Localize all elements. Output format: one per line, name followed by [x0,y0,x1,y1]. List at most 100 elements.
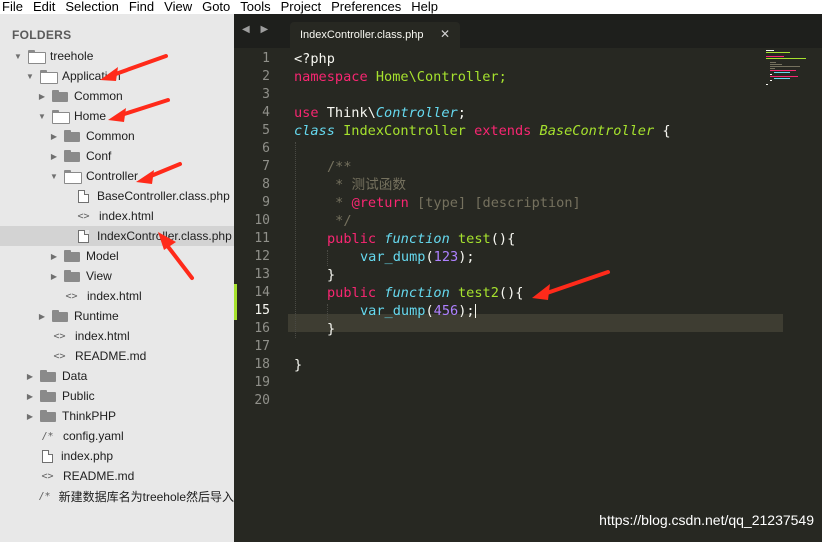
watermark-text: https://blog.csdn.net/qq_21237549 [599,512,814,528]
tree-item-view[interactable]: ▶ View [0,266,234,286]
code-line-13: } [327,267,336,283]
tree-item-label: View [86,269,112,283]
menu-find[interactable]: Find [125,0,160,14]
chevron-right-icon[interactable]: ▶ [48,132,60,141]
code-line-4: use Think\Controller; [294,105,466,121]
tree-item-label: ThinkPHP [62,409,117,423]
tree-item-treehole[interactable]: ▼ treehole [0,46,234,66]
tab-indexcontroller[interactable]: IndexController.class.php ✕ [290,22,460,48]
tab-title: IndexController.class.php [300,29,424,41]
tree-item-label: Model [86,249,119,263]
chevron-right-icon[interactable]: ▶ [36,312,48,321]
menu-selection[interactable]: Selection [61,0,124,14]
menu-tools[interactable]: Tools [236,0,276,14]
tree-item-controller[interactable]: ▼ Controller [0,166,234,186]
line-number: 20 [254,393,270,408]
chevron-right-icon[interactable]: ▶ [24,372,36,381]
menu-project[interactable]: Project [277,0,327,14]
chevron-down-icon[interactable]: ▼ [12,52,24,61]
code-line-11: public function test(){ [327,231,516,247]
comment-file-icon: /* [41,430,54,442]
folder-open-icon [52,110,70,124]
tree-item-label: index.php [61,449,114,463]
code-file-icon: <> [53,330,66,342]
editor: ◀ ▶ IndexController.class.php ✕ 1 2 3 4 … [234,14,822,542]
line-number: 12 [254,249,270,264]
tree-item-app-index-html[interactable]: <> index.html [0,326,234,346]
minimap[interactable] [764,48,822,108]
tree-item-index-php[interactable]: index.php [0,446,234,466]
line-number: 15 [254,303,270,318]
line-number: 11 [254,231,270,246]
tree-item-application[interactable]: ▼ Application [0,66,234,86]
indent-guide [295,142,296,338]
tree-item-public[interactable]: ▶ Public [0,386,234,406]
tree-item-basecontroller[interactable]: BaseController.class.php [0,186,234,206]
code-line-2: namespace Home\Controller; [294,69,507,85]
line-number: 6 [262,141,270,156]
chevron-right-icon[interactable]: ▶ [48,152,60,161]
menu-help[interactable]: Help [407,0,444,14]
code-line-15: var_dump(456); [360,303,476,319]
line-number: 10 [254,213,270,228]
tree-item-label: Home [74,109,107,123]
folder-icon [40,370,56,382]
menu-bar: File Edit Selection Find View Goto Tools… [0,0,822,14]
folder-icon [40,390,56,402]
menu-preferences[interactable]: Preferences [327,0,407,14]
tree-item-conf[interactable]: ▶ Conf [0,146,234,166]
code-file-icon: <> [41,470,54,482]
folder-open-icon [40,70,58,84]
tree-item-label: treehole [50,49,94,63]
menu-goto[interactable]: Goto [198,0,236,14]
folder-open-icon [64,170,82,184]
tree-item-home-common[interactable]: ▶ Common [0,126,234,146]
close-icon[interactable]: ✕ [440,27,450,41]
file-icon [78,229,89,243]
menu-edit[interactable]: Edit [29,0,61,14]
tree-item-indexcontroller[interactable]: IndexController.class.php [0,226,234,246]
tree-item-model[interactable]: ▶ Model [0,246,234,266]
chevron-right-icon[interactable]: ▶ [24,392,36,401]
chevron-right-icon[interactable]: ▶ [48,272,60,281]
tree-item-readme[interactable]: <> README.md [0,466,234,486]
tree-item-thinkphp[interactable]: ▶ ThinkPHP [0,406,234,426]
chevron-right-icon[interactable]: ▶ [24,412,36,421]
folder-icon [52,310,68,322]
tree-item-common[interactable]: ▶ Common [0,86,234,106]
indent-guide [327,250,328,266]
line-number: 1 [262,51,270,66]
tree-item-import-note[interactable]: /* 新建数据库名为treehole然后导入 [0,486,234,506]
code-line-12: var_dump(123); [360,249,475,265]
folder-icon [64,270,80,282]
folder-icon [64,130,80,142]
tree-item-app-readme[interactable]: <> README.md [0,346,234,366]
chevron-right-icon[interactable]: ▶ [48,252,60,261]
line-number: 16 [254,321,270,336]
tab-nav-arrows-icon[interactable]: ◀ ▶ [242,24,272,35]
tree-item-config-yaml[interactable]: /* config.yaml [0,426,234,446]
tree-item-home[interactable]: ▼ Home [0,106,234,126]
chevron-right-icon[interactable]: ▶ [36,92,48,101]
tree-item-controller-index-html[interactable]: <> index.html [0,206,234,226]
tree-item-label: BaseController.class.php [97,189,230,203]
line-number: 2 [262,69,270,84]
sidebar: FOLDERS ▼ treehole ▼ Application ▶ Commo… [0,14,234,542]
line-number: 19 [254,375,270,390]
menu-file[interactable]: File [0,0,29,14]
tree-item-label: Public [62,389,95,403]
folder-icon [64,150,80,162]
tab-bar: ◀ ▶ IndexController.class.php ✕ [234,14,822,48]
tree-item-data[interactable]: ▶ Data [0,366,234,386]
chevron-down-icon[interactable]: ▼ [48,172,60,181]
tree-item-home-index-html[interactable]: <> index.html [0,286,234,306]
tree-item-runtime[interactable]: ▶ Runtime [0,306,234,326]
tree-item-label: Application [62,69,121,83]
tree-item-label: IndexController.class.php [97,229,232,243]
chevron-down-icon[interactable]: ▼ [24,72,36,81]
code-line-5: class IndexController extends BaseContro… [294,123,671,139]
chevron-down-icon[interactable]: ▼ [36,112,48,121]
line-number: 5 [262,123,270,138]
line-number: 9 [262,195,270,210]
menu-view[interactable]: View [160,0,198,14]
